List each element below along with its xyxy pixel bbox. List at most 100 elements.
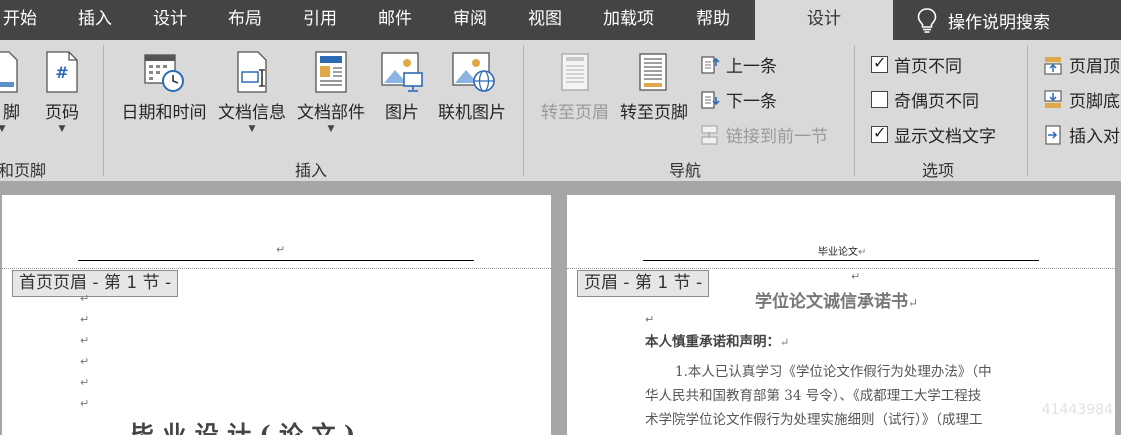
first-page-header-tag: 首页页眉 - 第 1 节 -: [12, 270, 179, 297]
next-section-icon: [701, 90, 720, 109]
link-to-previous-button[interactable]: 链接到前一节: [700, 122, 828, 147]
header-text: 毕业论文↵: [818, 243, 866, 258]
tab-design[interactable]: 设计: [153, 0, 187, 40]
page-number-icon: #: [46, 51, 78, 93]
tab-addins[interactable]: 加载项: [603, 0, 654, 40]
checkbox-checked[interactable]: [871, 53, 888, 73]
document-info-label: 文档信息: [218, 103, 286, 123]
tab-view[interactable]: 视图: [528, 0, 562, 40]
picture-label: 图片: [385, 103, 419, 123]
chevron-down-icon: ▼: [58, 124, 66, 134]
chevron-down-icon: ▼: [0, 124, 6, 134]
group-separator: [523, 45, 524, 176]
tab-layout[interactable]: 布局: [228, 0, 262, 40]
show-document-text-label: 显示文档文字: [894, 127, 996, 147]
paragraph-mark: ↵: [780, 336, 790, 349]
paragraph-mark: ↵: [80, 334, 90, 347]
goto-footer-button[interactable]: 转至页脚: [616, 50, 692, 154]
link-icon: [701, 124, 718, 145]
alignment-tab-icon: [1045, 124, 1061, 145]
group-separator: [854, 45, 855, 176]
header-from-top-spinner[interactable]: 页眉顶: [1043, 52, 1120, 77]
paragraph-mark: ↵: [276, 243, 286, 256]
group-label-header-footer: 和页脚: [0, 161, 47, 180]
page-first[interactable]: ↵ 首页页眉 - 第 1 节 - ↵ ↵ ↵ ↵ ↵ ↵ 毕 业 设 计 ( 论…: [2, 195, 551, 435]
group-label-options: 选项: [922, 161, 955, 180]
paragraph-mark: ↵: [645, 313, 655, 326]
header-border: [78, 260, 474, 261]
picture-icon: [381, 52, 423, 92]
footer-button[interactable]: 脚 ▼: [0, 50, 22, 154]
date-time-label: 日期和时间: [121, 103, 207, 123]
footer-from-bottom-spinner[interactable]: 页脚底: [1043, 87, 1120, 112]
date-time-button[interactable]: 日期和时间: [117, 50, 211, 154]
different-first-page-label: 首页不同: [894, 57, 962, 77]
footer-label: 脚: [3, 103, 20, 123]
footer-position-icon: [1044, 89, 1062, 108]
statement-heading: 本人慎重承诺和声明：↵: [645, 330, 789, 350]
document-info-icon: [237, 51, 267, 93]
tab-mailings[interactable]: 邮件: [378, 0, 412, 40]
insert-alignment-tab-button[interactable]: 插入对: [1043, 122, 1120, 147]
goto-footer-label: 转至页脚: [620, 103, 688, 123]
paragraph-mark: ↵: [858, 247, 867, 258]
page-second[interactable]: 毕业论文↵ 页眉 - 第 1 节 - ↵ 学位论文诚信承诺书↵ ↵ 本人慎重承诺…: [567, 195, 1115, 435]
different-odd-even-checkbox[interactable]: 奇偶页不同: [871, 87, 979, 112]
tab-insert[interactable]: 插入: [78, 0, 112, 40]
document-canvas: ↵ 首页页眉 - 第 1 节 - ↵ ↵ ↵ ↵ ↵ ↵ 毕 业 设 计 ( 论…: [0, 181, 1121, 435]
tab-references[interactable]: 引用: [303, 0, 337, 40]
paragraph-mark: ↵: [908, 296, 919, 310]
checkbox-unchecked[interactable]: [871, 91, 888, 108]
goto-footer-icon: [639, 53, 667, 91]
group-separator: [103, 45, 104, 176]
previous-button[interactable]: 上一条: [700, 52, 777, 77]
paragraph-mark: ↵: [851, 270, 861, 283]
paragraph-mark: ↵: [80, 292, 90, 305]
group-label-insert: 插入: [295, 161, 328, 180]
different-first-page-checkbox[interactable]: 首页不同: [871, 52, 962, 77]
header-from-top-label: 页眉顶: [1069, 57, 1120, 77]
page-number-label: 页码: [45, 103, 79, 123]
statement-heading-text: 本人慎重承诺和声明：: [645, 334, 780, 350]
chevron-down-icon: ▼: [327, 124, 335, 134]
previous-label: 上一条: [726, 57, 777, 77]
previous-section-icon: [701, 55, 720, 74]
show-document-text-checkbox[interactable]: 显示文档文字: [871, 122, 996, 147]
watermark: 41443984: [1041, 402, 1113, 418]
tab-home[interactable]: 开始: [3, 0, 37, 40]
next-button[interactable]: 下一条: [700, 87, 777, 112]
ribbon: 脚 ▼ # 页码 ▼ 和页脚 日期和时间 文档信息 ▼ 文档部件 ▼ 图片 联机…: [0, 40, 1121, 181]
document-title-text: 学位论文诚信承诺书: [755, 292, 908, 312]
insert-alignment-tab-label: 插入对: [1069, 127, 1120, 147]
chevron-down-icon: ▼: [248, 124, 256, 134]
tab-help[interactable]: 帮助: [696, 0, 730, 40]
header-boundary: [2, 268, 551, 269]
online-picture-icon: [452, 52, 495, 92]
picture-button[interactable]: 图片: [376, 50, 428, 154]
goto-header-button[interactable]: 转至页眉: [538, 50, 612, 154]
quick-parts-icon: [315, 51, 347, 93]
body-line-1: 1.本人已认真学习《学位论文作假行为处理办法》（中: [675, 364, 992, 380]
group-label-navigation: 导航: [669, 161, 702, 180]
checkbox-checked[interactable]: [871, 123, 888, 143]
lightbulb-icon: [917, 8, 937, 33]
online-picture-label: 联机图片: [438, 103, 506, 123]
different-odd-even-label: 奇偶页不同: [894, 92, 979, 112]
body-line-3: 术学院学位论文作假行为处理实施细则（试行）》（成理工: [645, 412, 983, 428]
quick-parts-label: 文档部件: [297, 103, 365, 123]
search-label: 操作说明搜索: [948, 12, 1050, 33]
cover-title: 毕 业 设 计 ( 论 文 ): [130, 420, 356, 435]
header-position-icon: [1044, 56, 1062, 75]
quick-parts-button[interactable]: 文档部件 ▼: [294, 50, 368, 154]
ribbon-tab-bar: 开始 插入 设计 布局 引用 邮件 审阅 视图 加载项 帮助 设计 操作说明搜索: [0, 0, 1121, 40]
tab-header-footer-design[interactable]: 设计: [755, 0, 893, 40]
paragraph-mark: ↵: [80, 376, 90, 389]
online-picture-button[interactable]: 联机图片: [434, 50, 510, 154]
paragraph-mark: ↵: [80, 397, 90, 410]
document-info-button[interactable]: 文档信息 ▼: [215, 50, 289, 154]
tell-me-search[interactable]: 操作说明搜索: [916, 0, 1050, 40]
link-to-previous-label: 链接到前一节: [726, 127, 828, 147]
page-number-button[interactable]: # 页码 ▼: [40, 50, 84, 154]
tab-review[interactable]: 审阅: [453, 0, 487, 40]
svg-text:#: #: [55, 63, 68, 82]
